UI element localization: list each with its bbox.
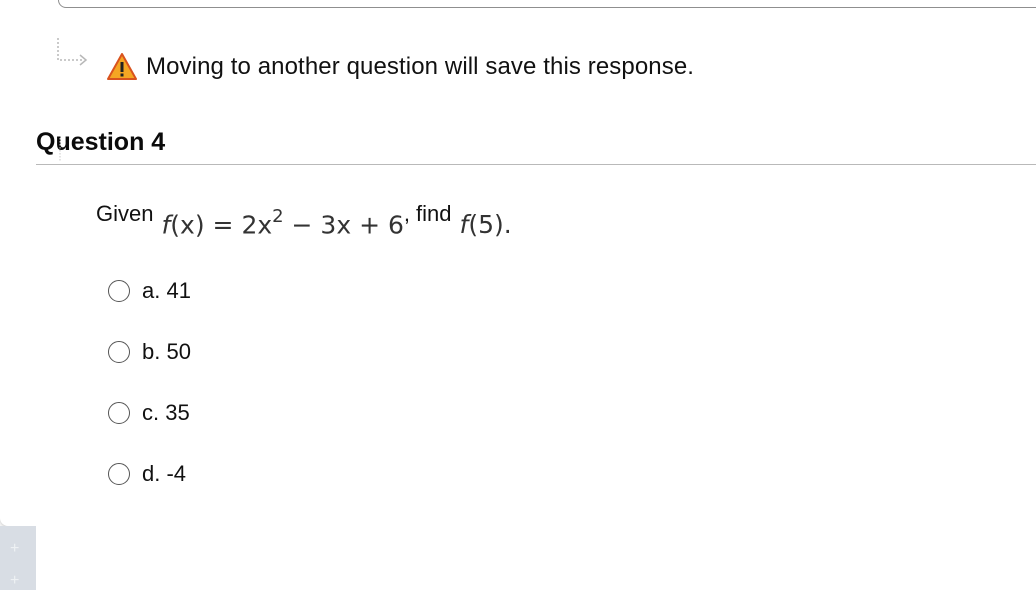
option-d[interactable]: d. -4: [108, 459, 191, 489]
question-mid-word: find: [416, 201, 452, 227]
save-notice-text: Moving to another question will save thi…: [146, 53, 695, 80]
option-a-label[interactable]: a. 41: [142, 278, 191, 304]
side-panel-strip: + +: [0, 526, 36, 590]
plus-icon: +: [10, 540, 20, 557]
option-b-label[interactable]: b. 50: [142, 339, 191, 365]
page-footer-area: [36, 526, 1036, 590]
question-header: Question 4: [36, 128, 1036, 165]
question-card: Moving to another question will save thi…: [0, 0, 1036, 526]
radio-button-d[interactable]: [108, 463, 130, 485]
answer-options: a. 41 b. 50 c. 35 d. -4: [108, 276, 191, 520]
target-expression: f(5).: [460, 210, 512, 239]
question-text: Given f(x) = 2x2 − 3x + 6 , find f(5).: [96, 201, 512, 239]
option-a[interactable]: a. 41: [108, 276, 191, 306]
option-c[interactable]: c. 35: [108, 398, 191, 428]
dotted-arrow-icon: [57, 38, 88, 66]
option-c-label[interactable]: c. 35: [142, 400, 190, 426]
question-separator: ,: [403, 201, 411, 227]
target-function-name: f: [459, 210, 469, 240]
option-d-label[interactable]: d. -4: [142, 461, 186, 487]
previous-panel-edge: [58, 0, 1036, 8]
function-name: f: [161, 210, 171, 240]
save-notice: Moving to another question will save thi…: [106, 52, 694, 82]
plus-icon: +: [10, 572, 20, 589]
function-expression: f(x) = 2x2 − 3x + 6: [161, 206, 404, 240]
function-exponent: 2: [272, 206, 284, 227]
function-rest: − 3x + 6: [283, 210, 404, 240]
page: Moving to another question will save thi…: [0, 0, 1036, 590]
target-argument: (5).: [468, 210, 512, 240]
option-b[interactable]: b. 50: [108, 337, 191, 367]
question-prefix: Given: [96, 201, 154, 227]
radio-button-c[interactable]: [108, 402, 130, 424]
function-body: (x) = 2x: [170, 210, 273, 240]
warning-icon: [107, 53, 137, 80]
title-arrow-icon: [59, 138, 61, 162]
radio-button-b[interactable]: [108, 341, 130, 363]
radio-button-a[interactable]: [108, 280, 130, 302]
